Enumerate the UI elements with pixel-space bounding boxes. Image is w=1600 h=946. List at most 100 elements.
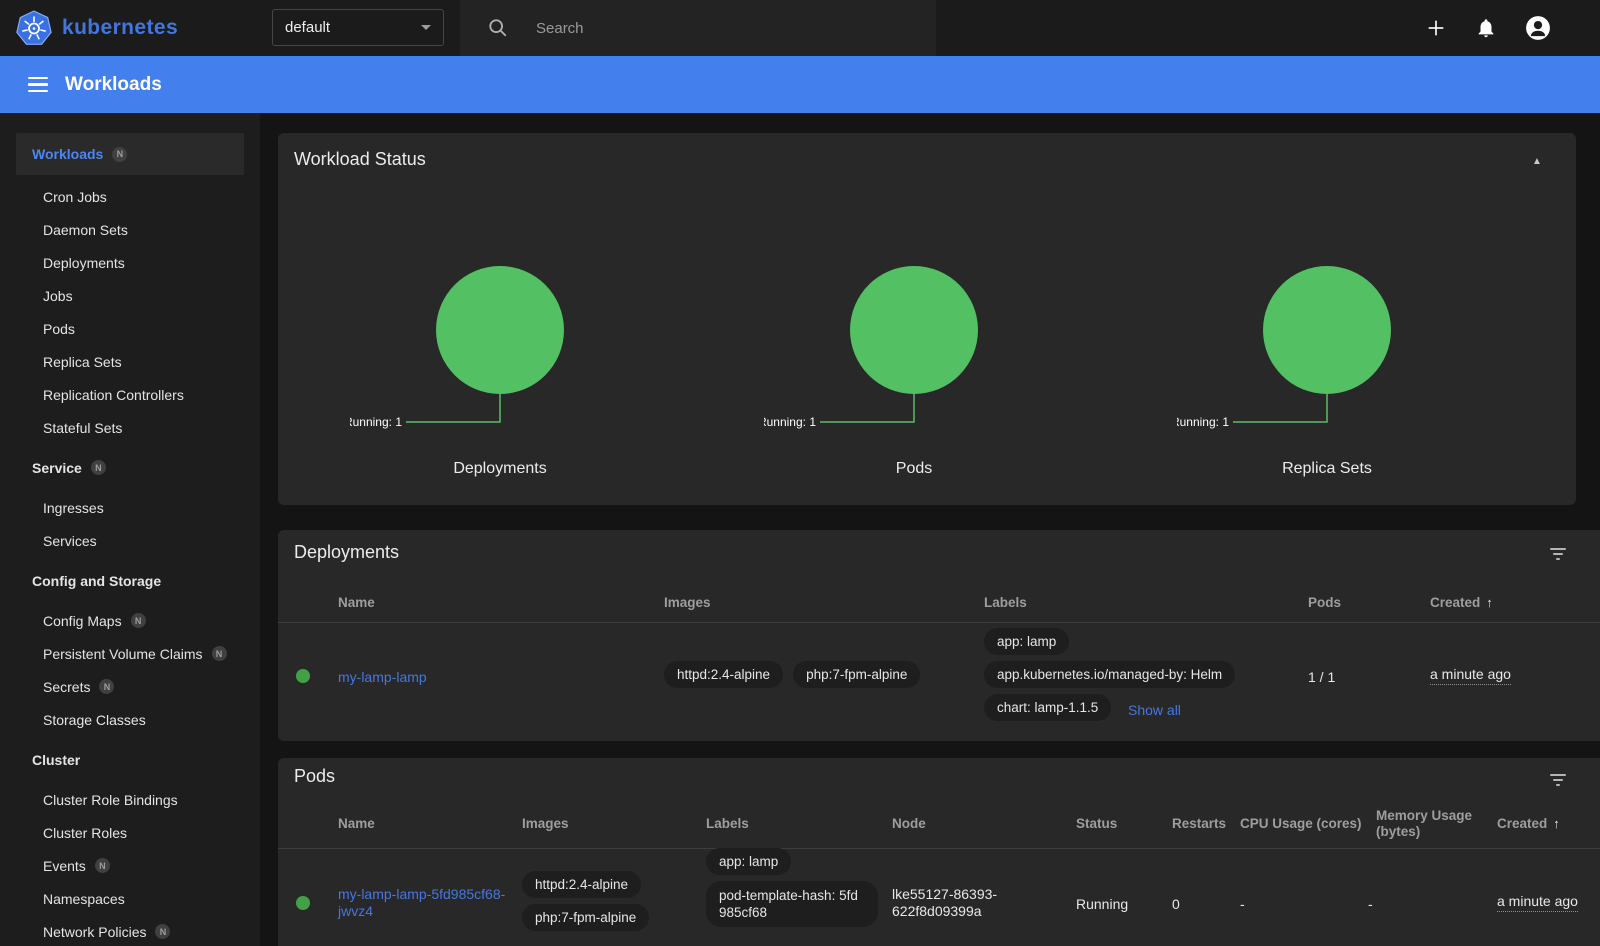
filter-icon[interactable] <box>1548 548 1568 564</box>
created-cell: a minute ago <box>1497 893 1578 909</box>
sidebar-item-label: Replica Sets <box>43 354 122 370</box>
sidebar-item-label: Service <box>32 460 82 476</box>
sidebar-item-label: Persistent Volume Claims <box>43 646 203 662</box>
deployments-card: Deployments Name Images Labels Pods Crea… <box>278 530 1600 741</box>
sidebar-item[interactable]: Cluster Roles <box>0 816 260 849</box>
new-badge: N <box>212 646 227 661</box>
collapse-icon[interactable]: ▲ <box>1526 155 1548 168</box>
column-header-name: Name <box>338 595 375 610</box>
search-bar[interactable] <box>460 0 936 56</box>
image-chip: httpd:2.4-alpine <box>664 661 783 688</box>
pie-chart: Running: 1 Replica Sets <box>1177 265 1477 478</box>
sidebar-item[interactable]: Replica Sets <box>0 345 260 378</box>
column-header-pods: Pods <box>1308 595 1341 610</box>
kubernetes-logo-icon[interactable] <box>16 10 52 46</box>
pie-slice-running <box>850 266 978 394</box>
pie-slice-running <box>1263 266 1391 394</box>
sidebar-item-label: Cron Jobs <box>43 189 107 205</box>
pie-legend: Running: 1 <box>1177 415 1229 429</box>
pod-name-link[interactable]: my-lamp-lamp-5fd985cf68-jwvz4 <box>338 886 514 920</box>
sidebar-item[interactable]: Config Maps N <box>0 604 260 637</box>
sidebar-item[interactable]: Stateful Sets <box>0 411 260 444</box>
sidebar-item[interactable]: Storage Classes <box>0 703 260 736</box>
pie-slice-running <box>436 266 564 394</box>
sidebar-item-label: Jobs <box>43 288 73 304</box>
chevron-down-icon <box>421 25 431 30</box>
card-title: Deployments <box>294 542 399 563</box>
pods-card: Pods Name Images Labels Node Status Rest… <box>278 758 1600 946</box>
sidebar-item[interactable]: Pods <box>0 312 260 345</box>
account-button[interactable] <box>1525 15 1551 41</box>
column-header-labels: Labels <box>706 816 749 831</box>
column-header-memory: Memory Usage (bytes) <box>1376 808 1506 840</box>
sidebar-item[interactable]: Deployments <box>0 246 260 279</box>
new-badge: N <box>131 613 146 628</box>
sidebar-item[interactable]: Network Policies N <box>0 915 260 946</box>
label-chip: app.kubernetes.io/managed-by: Helm <box>984 661 1235 688</box>
column-header-restarts: Restarts <box>1172 816 1226 831</box>
sidebar-item-label: Daemon Sets <box>43 222 128 238</box>
page-title: Workloads <box>65 74 162 96</box>
label-chip: app: lamp <box>984 628 1069 655</box>
sidebar-item-label: Workloads <box>32 146 103 162</box>
created-cell: a minute ago <box>1430 666 1511 682</box>
sidebar-item-label: Cluster Roles <box>43 825 127 841</box>
sidebar-item[interactable]: Jobs <box>0 279 260 312</box>
leader-line <box>406 394 500 422</box>
new-badge: N <box>112 147 127 162</box>
sidebar-item[interactable]: Service N <box>0 451 260 484</box>
sidebar-item-label: Replication Controllers <box>43 387 184 403</box>
column-header-cpu: CPU Usage (cores) <box>1240 816 1362 831</box>
create-button[interactable] <box>1425 17 1447 39</box>
sidebar-item[interactable]: Secrets N <box>0 670 260 703</box>
status-ok-icon <box>296 669 310 683</box>
namespace-value: default <box>285 19 330 36</box>
sidebar-item[interactable]: Persistent Volume Claims N <box>0 637 260 670</box>
filter-icon[interactable] <box>1548 774 1568 790</box>
image-chip: php:7-fpm-alpine <box>793 661 920 688</box>
label-chip: pod-template-hash: 5fd985cf68 <box>706 881 878 927</box>
sidebar-item[interactable]: Cluster Role Bindings <box>0 783 260 816</box>
sidebar-item-label: Deployments <box>43 255 125 271</box>
column-header-node: Node <box>892 816 926 831</box>
sidebar-item-label: Services <box>43 533 97 549</box>
leader-line <box>820 394 914 422</box>
column-header-created[interactable]: Created↑ <box>1430 595 1493 610</box>
deployment-name-link[interactable]: my-lamp-lamp <box>338 669 427 685</box>
chart-title: Replica Sets <box>1177 460 1477 478</box>
memory-usage-cell: - <box>1368 896 1373 912</box>
pod-status: Running <box>1076 896 1128 912</box>
sidebar-item-label: Config Maps <box>43 613 122 629</box>
column-header-labels: Labels <box>984 595 1027 610</box>
notifications-button[interactable] <box>1475 17 1497 39</box>
sidebar-item[interactable]: Events N <box>0 849 260 882</box>
sidebar-item[interactable]: Config and Storage <box>0 564 260 597</box>
sidebar-item[interactable]: Ingresses <box>0 491 260 524</box>
status-ok-icon <box>296 896 310 910</box>
labels-cell: app: lamp app.kubernetes.io/managed-by: H… <box>984 628 1235 721</box>
brand-title[interactable]: kubernetes <box>62 0 178 56</box>
show-all-link[interactable]: Show all <box>1128 702 1181 718</box>
sidebar-item[interactable]: Services <box>0 524 260 557</box>
bell-icon <box>1475 17 1497 39</box>
sidebar-item-label: Storage Classes <box>43 712 146 728</box>
card-title: Workload Status <box>294 149 426 170</box>
new-badge: N <box>155 924 170 939</box>
sidebar-item[interactable]: Cron Jobs <box>0 180 260 213</box>
sidebar-item[interactable]: Workloads N <box>16 133 244 175</box>
column-header-created[interactable]: Created↑ <box>1497 816 1560 831</box>
menu-icon[interactable] <box>28 77 48 93</box>
labels-cell: app: lamp pod-template-hash: 5fd985cf68 <box>706 848 878 927</box>
namespace-selector[interactable]: default <box>272 9 444 46</box>
restarts-cell: 0 <box>1172 896 1180 912</box>
images-cell: httpd:2.4-alpine php:7-fpm-alpine <box>664 661 920 688</box>
sidebar-item-label: Cluster Role Bindings <box>43 792 178 808</box>
search-input[interactable] <box>534 19 868 38</box>
column-header-status: Status <box>1076 816 1117 831</box>
sidebar-item[interactable]: Replication Controllers <box>0 378 260 411</box>
sidebar-item[interactable]: Namespaces <box>0 882 260 915</box>
sidebar-item[interactable]: Cluster <box>0 743 260 776</box>
new-badge: N <box>91 460 106 475</box>
header-actions <box>1425 0 1551 56</box>
sidebar-item[interactable]: Daemon Sets <box>0 213 260 246</box>
